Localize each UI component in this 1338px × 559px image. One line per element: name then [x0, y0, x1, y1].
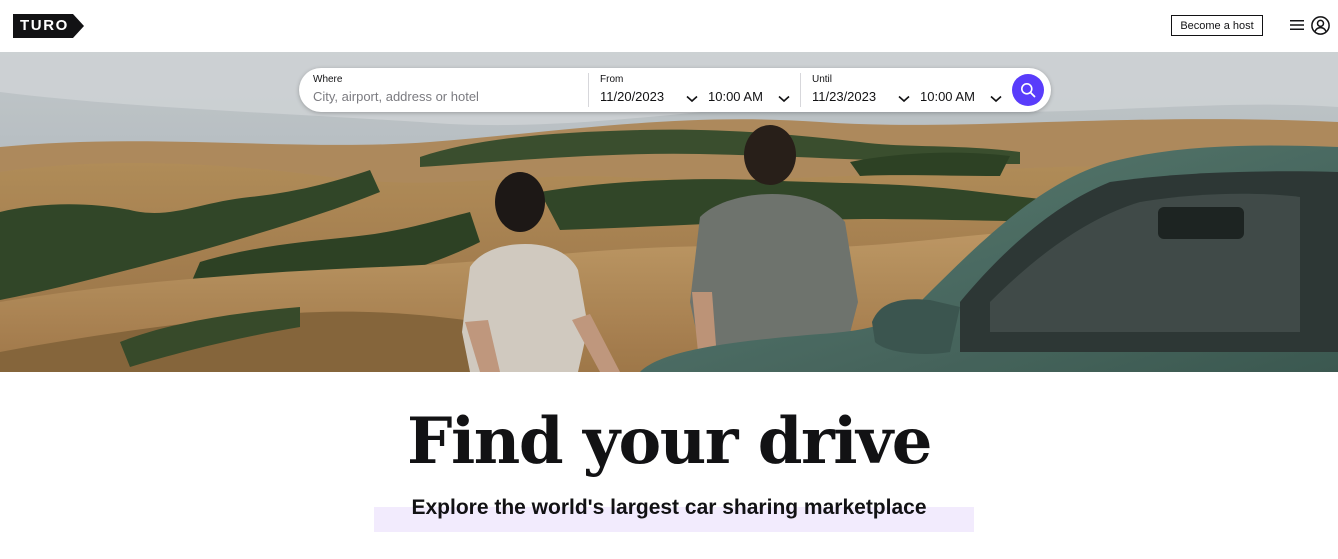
logo-text: TURO: [20, 17, 69, 34]
top-nav: TURO Become a host: [0, 0, 1338, 52]
from-label: From: [600, 74, 624, 85]
where-input[interactable]: [313, 87, 573, 105]
search-icon: [1021, 83, 1036, 98]
from-date-select[interactable]: 11/20/2023: [600, 89, 664, 104]
chevron-down-icon[interactable]: [990, 90, 1002, 103]
hero-image: Where From 11/20/2023 10:00 AM Until 11/…: [0, 52, 1338, 372]
turo-logo[interactable]: TURO: [13, 14, 85, 38]
search-divider: [588, 73, 589, 107]
search-button[interactable]: [1012, 74, 1044, 106]
until-label: Until: [812, 74, 833, 85]
chevron-down-icon[interactable]: [686, 90, 698, 103]
search-bar: Where From 11/20/2023 10:00 AM Until 11/…: [299, 68, 1051, 112]
page-title: Find your drive: [407, 404, 932, 479]
until-date-select[interactable]: 11/23/2023: [812, 89, 876, 104]
user-circle-icon[interactable]: [1311, 16, 1330, 35]
page-subtitle: Explore the world's largest car sharing …: [411, 496, 927, 519]
search-divider: [800, 73, 801, 107]
hamburger-icon[interactable]: [1290, 18, 1304, 32]
become-host-button[interactable]: Become a host: [1171, 15, 1263, 36]
where-label: Where: [313, 74, 343, 85]
chevron-down-icon[interactable]: [898, 90, 910, 103]
from-time-select[interactable]: 10:00 AM: [708, 89, 763, 104]
chevron-down-icon[interactable]: [778, 90, 790, 103]
until-time-select[interactable]: 10:00 AM: [920, 89, 975, 104]
